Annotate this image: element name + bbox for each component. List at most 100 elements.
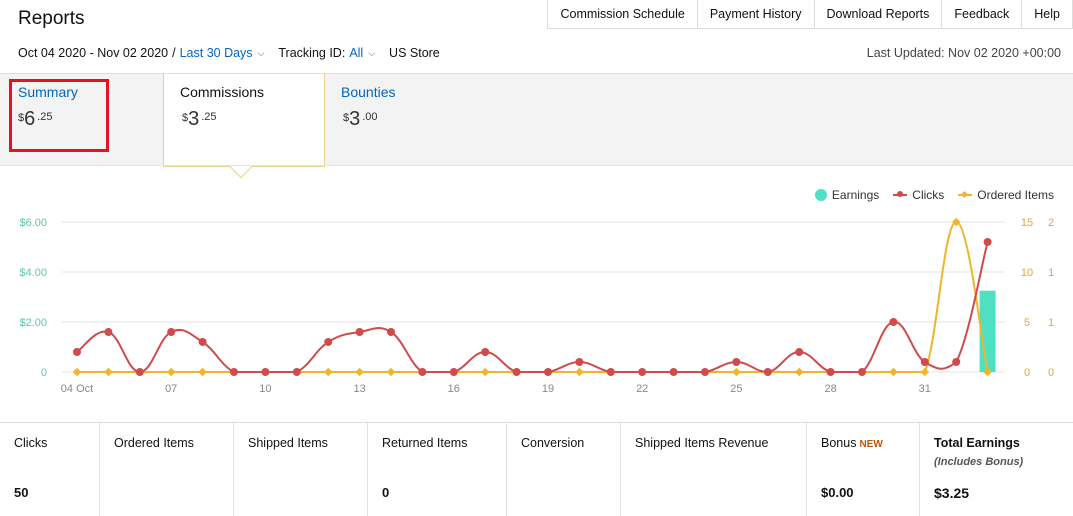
clicks-point — [544, 368, 552, 376]
clicks-point — [230, 368, 238, 376]
earnings-dot-icon — [814, 189, 827, 201]
stat-sublabel: (Includes Bonus) — [934, 456, 1024, 468]
nav-download-reports[interactable]: Download Reports — [815, 0, 943, 28]
clicks-point — [889, 318, 898, 326]
filter-row: Oct 04 2020 - Nov 02 2020 / Last 30 Days… — [18, 46, 440, 60]
x-tick-label: 25 — [730, 383, 742, 395]
chart-legend: Earnings Clicks Ordered Items — [801, 188, 1054, 202]
ordered-items-point — [794, 367, 804, 377]
stat-value: 50 — [14, 485, 29, 500]
clicks-point — [387, 328, 395, 336]
clicks-point — [135, 368, 144, 376]
legend-ordered-items[interactable]: Ordered Items — [958, 188, 1054, 202]
stat-value: 0 — [382, 485, 390, 500]
stat-shipped-items-revenue: Shipped Items Revenue — [621, 423, 807, 516]
x-tick-label: 07 — [165, 383, 177, 395]
nav-feedback[interactable]: Feedback — [942, 0, 1023, 28]
clicks-point — [355, 328, 364, 336]
y-left-tick: $6.00 — [19, 217, 47, 229]
amount-dollars: 3 — [349, 108, 361, 130]
clicks-point — [575, 358, 584, 366]
amount-cents: .25 — [201, 111, 217, 123]
x-tick-label: 04 Oct — [61, 383, 93, 395]
amount-cents: .00 — [362, 111, 378, 123]
ordered-items-point — [889, 367, 898, 377]
stat-shipped-items: Shipped Items — [234, 423, 368, 516]
clicks-point — [795, 348, 804, 356]
y-right-clicks-tick: 5 — [1024, 317, 1030, 329]
tab-commissions[interactable]: Commissions $3.25 — [163, 74, 325, 167]
x-tick-label: 31 — [919, 383, 931, 395]
x-tick-label: 10 — [259, 383, 271, 395]
stat-label: Ordered Items — [114, 436, 194, 450]
legend-earnings[interactable]: Earnings — [814, 188, 880, 202]
clicks-point — [198, 338, 207, 346]
clicks-point — [512, 368, 521, 376]
ordered-items-point — [72, 367, 82, 377]
date-range-dropdown[interactable]: Last 30 Days — [180, 46, 253, 60]
tab-bounties[interactable]: Bounties $3.00 — [325, 74, 445, 166]
y-right-items-tick: 1 — [1048, 317, 1054, 329]
clicks-line-icon — [893, 191, 908, 197]
clicks-point — [952, 358, 961, 366]
legend-earnings-label: Earnings — [831, 188, 880, 202]
nav-help[interactable]: Help — [1022, 0, 1073, 28]
stat-label: Bonus NEW — [821, 436, 883, 450]
clicks-point — [261, 368, 270, 376]
legend-ordered-items-label: Ordered Items — [977, 188, 1054, 202]
ordered-items-point — [323, 367, 333, 377]
highlight-box — [9, 79, 109, 152]
clicks-point — [732, 358, 741, 366]
page-title: Reports — [18, 8, 85, 29]
amount-dollars: 3 — [188, 108, 200, 130]
clicks-point — [983, 238, 992, 246]
currency-symbol: $ — [182, 112, 189, 124]
y-right-items-tick: 2 — [1048, 217, 1054, 229]
clicks-point — [73, 348, 81, 356]
clicks-point — [920, 358, 929, 366]
stat-label: Total Earnings — [934, 436, 1020, 450]
y-right-clicks-tick: 10 — [1021, 267, 1033, 279]
clicks-point — [292, 368, 301, 376]
stat-label: Shipped Items Revenue — [635, 436, 769, 450]
ordered-items-point — [732, 367, 741, 377]
clicks-point — [826, 368, 835, 376]
tab-bounties-label[interactable]: Bounties — [341, 84, 395, 100]
ordered-items-point — [386, 367, 396, 377]
tab-commissions-label[interactable]: Commissions — [180, 84, 264, 100]
stat-value: $3.25 — [934, 485, 970, 501]
clicks-point — [606, 368, 615, 376]
top-nav: Commission Schedule Payment History Down… — [547, 0, 1073, 29]
clicks-point — [324, 338, 333, 346]
tracking-id-dropdown[interactable]: All — [349, 46, 363, 60]
tab-commissions-amount: $3.25 — [182, 108, 217, 131]
ordered-items-point — [166, 367, 176, 377]
clicks-line — [76, 241, 989, 374]
chevron-down-icon[interactable]: ⌵ — [258, 48, 265, 59]
clicks-point — [763, 368, 772, 376]
clicks-point — [481, 348, 490, 356]
stat-label: Returned Items — [382, 436, 468, 450]
stat-ordered-items: Ordered Items — [100, 423, 234, 516]
x-tick-label: 28 — [824, 383, 836, 395]
ordered-items-line-icon — [958, 194, 973, 196]
legend-clicks[interactable]: Clicks — [893, 188, 944, 202]
report-tabs: Summary $6.25 Commissions $3.25 Bounties… — [0, 73, 1073, 167]
store-label: US Store — [389, 46, 440, 60]
tab-bounties-amount: $3.00 — [343, 108, 378, 131]
clicks-point — [167, 328, 176, 336]
stat-label: Clicks — [14, 436, 48, 450]
date-separator: / — [172, 46, 176, 60]
ordered-items-line — [77, 220, 989, 373]
stat-returned-items: Returned Items 0 — [368, 423, 507, 516]
y-right-clicks-tick: 0 — [1024, 367, 1030, 379]
clicks-point — [701, 368, 709, 376]
chevron-down-icon[interactable]: ⌵ — [368, 48, 375, 59]
legend-clicks-label: Clicks — [912, 188, 945, 202]
clicks-point — [638, 368, 647, 376]
ordered-items-point — [355, 367, 364, 377]
nav-payment-history[interactable]: Payment History — [698, 0, 815, 28]
ordered-items-point — [920, 367, 930, 377]
clicks-point — [669, 368, 678, 376]
nav-commission-schedule[interactable]: Commission Schedule — [548, 0, 698, 28]
